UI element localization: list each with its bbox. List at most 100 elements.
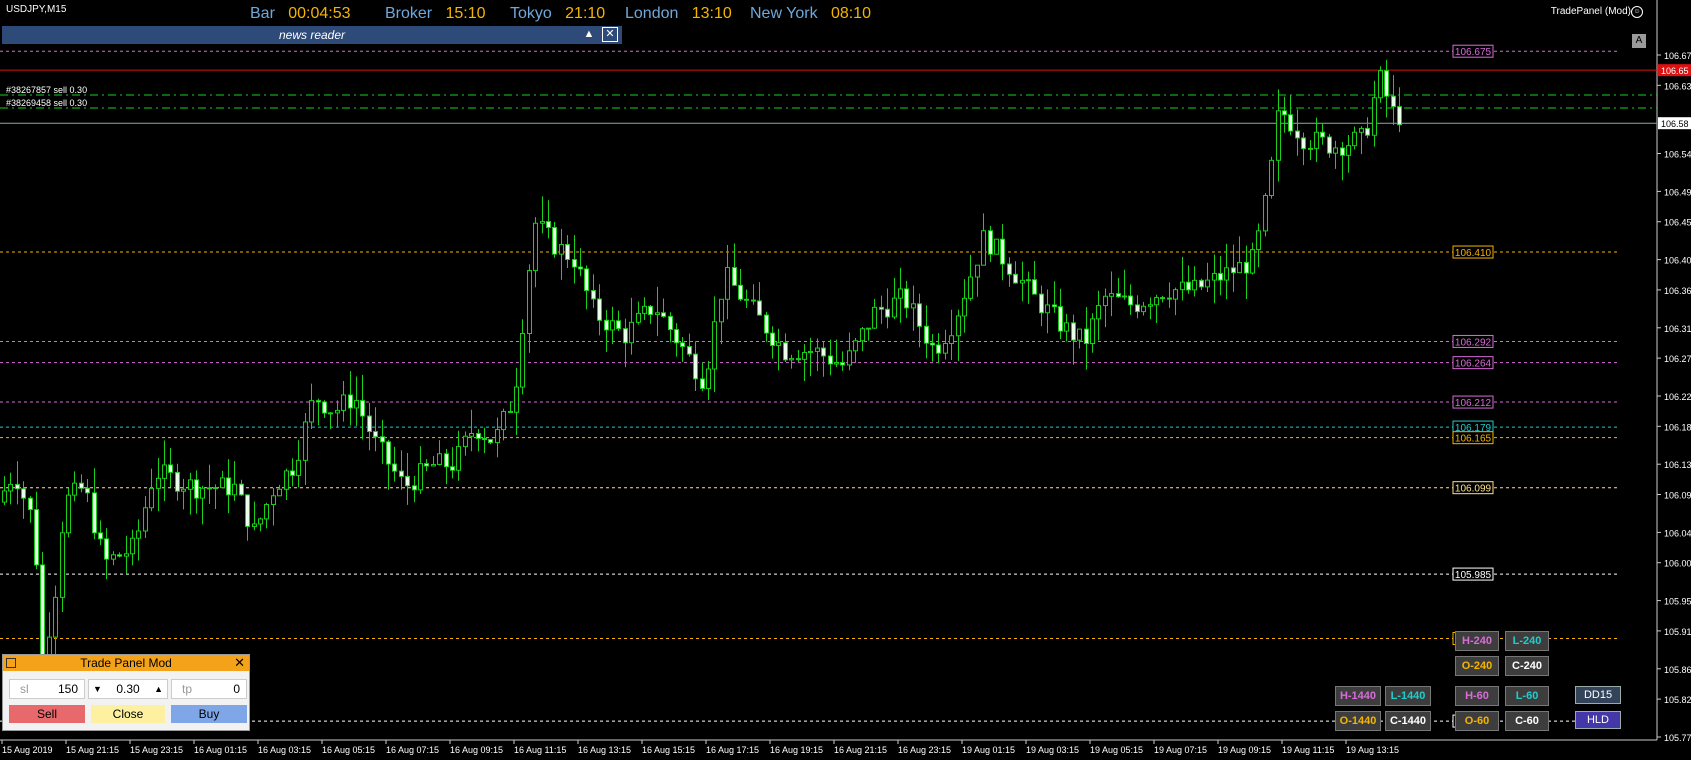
candle-body: [719, 298, 724, 323]
candle-body: [808, 350, 813, 354]
price-tick-label: 105.77: [1664, 733, 1691, 743]
c1440-button[interactable]: C-1440: [1385, 711, 1431, 731]
candle-body: [1186, 281, 1191, 291]
candle-body: [104, 538, 109, 560]
candle-body: [271, 495, 276, 505]
candle-body: [1269, 159, 1274, 197]
close-icon[interactable]: ✕: [602, 27, 618, 42]
candle-body: [738, 284, 743, 300]
sell-button[interactable]: Sell: [9, 705, 85, 723]
candle-body: [930, 342, 935, 346]
candle-body: [764, 314, 769, 334]
candle-body: [2, 490, 7, 503]
h1440-button[interactable]: H-1440: [1335, 686, 1381, 706]
candle-body: [175, 471, 180, 492]
candle-body: [1026, 279, 1031, 282]
candle-body: [1192, 279, 1197, 291]
candle-body: [40, 564, 45, 659]
c240-button[interactable]: C-240: [1505, 656, 1549, 676]
candle-body: [360, 400, 365, 417]
level-label: 106.165: [1455, 434, 1492, 445]
price-tick-label: 106.22: [1664, 392, 1691, 402]
candle-body: [181, 488, 186, 492]
time-tick-label: 16 Aug 07:15: [386, 745, 439, 755]
time-tick-label: 19 Aug 05:15: [1090, 745, 1143, 755]
candle-body: [1128, 295, 1133, 306]
candle-body: [322, 401, 327, 414]
candle-body: [1199, 279, 1204, 288]
candle-body: [1154, 297, 1159, 306]
candle-body: [847, 350, 852, 366]
tp-value: 0: [233, 682, 240, 696]
o240-button[interactable]: O-240: [1455, 656, 1499, 676]
price-chart[interactable]: 106.675 106.410 106.292 106.264 106.212 106.1…: [0, 0, 1691, 760]
candle-body: [213, 487, 218, 490]
candle-body: [1090, 318, 1095, 345]
collapse-icon[interactable]: ▲: [582, 27, 596, 41]
clock-london-value: 13:10: [691, 5, 732, 22]
candle-body: [840, 362, 845, 366]
chevron-down-icon[interactable]: ▼: [93, 680, 102, 698]
candle-body: [1308, 147, 1313, 150]
candle-body: [572, 259, 577, 268]
candle-body: [1205, 279, 1210, 288]
candle-body: [328, 412, 333, 415]
trade-label-1[interactable]: #38267857 sell 0.30: [6, 85, 87, 95]
c60-button[interactable]: C-60: [1505, 711, 1549, 731]
tp-input[interactable]: tp 0: [171, 679, 247, 699]
trade-panel[interactable]: Trade Panel Mod ✕ sl 150 ▼ 0.30 ▲ tp 0 S…: [2, 654, 250, 731]
candle-body: [1148, 304, 1153, 307]
close-button[interactable]: Close: [91, 705, 165, 723]
dd15-button[interactable]: DD15: [1575, 686, 1621, 704]
lots-stepper[interactable]: ▼ 0.30 ▲: [88, 679, 168, 699]
o1440-button[interactable]: O-1440: [1335, 711, 1381, 731]
candle-body: [335, 409, 340, 414]
auto-scroll-button[interactable]: A: [1632, 34, 1646, 48]
candle-body: [296, 459, 301, 476]
sl-input[interactable]: sl 150: [9, 679, 85, 699]
o60-button[interactable]: O-60: [1455, 711, 1499, 731]
price-tick-label: 106.04: [1664, 528, 1691, 538]
candle-body: [687, 346, 692, 355]
close-icon[interactable]: ✕: [234, 655, 245, 671]
time-tick-label: 16 Aug 13:15: [578, 745, 631, 755]
candle-body: [629, 321, 634, 344]
trade-label-2[interactable]: #38269458 sell 0.30: [6, 98, 87, 108]
time-tick-label: 19 Aug 11:15: [1282, 745, 1334, 755]
candle-body: [1071, 322, 1076, 341]
candle-body: [149, 487, 154, 509]
hld-button[interactable]: HLD: [1575, 711, 1621, 729]
chevron-up-icon[interactable]: ▲: [154, 680, 163, 698]
candle-body: [591, 290, 596, 300]
tp-label: tp: [182, 682, 193, 696]
h60-button[interactable]: H-60: [1455, 686, 1499, 706]
l60-button[interactable]: L-60: [1505, 686, 1549, 706]
candle-body: [1340, 147, 1345, 156]
candle-body: [79, 482, 84, 489]
candle-body: [1372, 97, 1377, 136]
news-reader-bar[interactable]: news reader ▲ ✕: [2, 26, 622, 44]
candle-body: [680, 342, 685, 348]
lots-value: 0.30: [116, 682, 140, 696]
candle-body: [284, 470, 289, 490]
candle-body: [1039, 293, 1044, 314]
candle-body: [1263, 195, 1268, 232]
buy-button[interactable]: Buy: [171, 705, 247, 723]
price-tick-label: 105.82: [1664, 695, 1691, 705]
candle-body: [866, 327, 871, 330]
time-tick-label: 16 Aug 03:15: [258, 745, 311, 755]
l1440-button[interactable]: L-1440: [1385, 686, 1431, 706]
trade-panel-header[interactable]: Trade Panel Mod ✕: [3, 655, 249, 671]
candle-body: [482, 437, 487, 441]
candle-body: [316, 400, 321, 403]
candle-body: [405, 475, 410, 487]
candle-body: [655, 312, 660, 316]
candle-body: [1212, 272, 1217, 281]
candle-body: [476, 432, 481, 439]
candle-body: [188, 479, 193, 490]
h240-button[interactable]: H-240: [1455, 631, 1499, 651]
time-tick-label: 16 Aug 05:15: [322, 745, 375, 755]
time-tick-label: 19 Aug 13:15: [1346, 745, 1399, 755]
candle-body: [444, 453, 449, 468]
l240-button[interactable]: L-240: [1505, 631, 1549, 651]
